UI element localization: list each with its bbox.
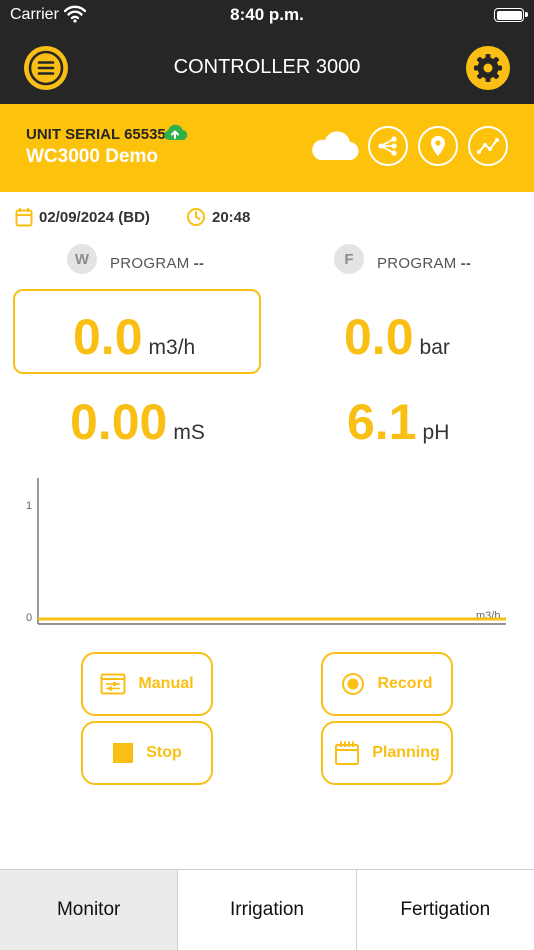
planning-button[interactable]: Planning — [321, 721, 453, 785]
time-display: 20:48 — [186, 205, 250, 229]
record-label: Record — [377, 675, 433, 692]
stop-button[interactable]: Stop — [81, 721, 213, 785]
stop-icon — [113, 743, 134, 763]
water-program-label: PROGRAM -- — [110, 255, 204, 272]
flow-chart: 1 0 m3/h — [26, 478, 506, 625]
record-icon — [342, 673, 365, 695]
tab-fertigation[interactable]: Fertigation — [355, 870, 534, 950]
cloud-icon — [308, 128, 360, 169]
share-icon — [378, 136, 397, 156]
manual-label: Manual — [138, 675, 194, 692]
bottom-tab-bar: Monitor Irrigation Fertigation — [0, 869, 534, 950]
fert-program-title: PROGRAM — [377, 255, 457, 272]
water-program-title: PROGRAM — [110, 255, 190, 272]
share-button[interactable] — [368, 126, 408, 166]
y-tick-label: 1 — [26, 500, 32, 512]
date-text: 02/09/2024 (BD) — [39, 208, 150, 226]
page-title: CONTROLLER 3000 — [173, 56, 361, 78]
pressure-reading: 0.0 bar — [344, 308, 450, 366]
status-bar: Carrier 8:40 p.m. — [0, 0, 534, 34]
clock-icon — [187, 208, 205, 226]
manual-button[interactable]: Manual — [81, 652, 213, 716]
ec-value: 0.00 — [70, 394, 168, 450]
unit-name: WC3000 Demo — [26, 146, 158, 167]
status-time: 8:40 p.m. — [230, 5, 304, 24]
fert-program-value: -- — [460, 255, 472, 272]
record-button[interactable]: Record — [321, 652, 453, 716]
fert-program-badge: F — [334, 244, 364, 274]
ph-value: 6.1 — [347, 394, 417, 450]
pressure-value: 0.0 — [344, 309, 414, 365]
ph-unit: pH — [422, 421, 450, 444]
planning-calendar-icon — [335, 741, 360, 765]
gear-icon — [474, 54, 502, 82]
calendar-icon — [15, 208, 33, 227]
location-button[interactable] — [418, 126, 458, 166]
tab-monitor[interactable]: Monitor — [0, 870, 178, 950]
battery-icon — [494, 8, 528, 22]
ph-reading: 6.1 pH — [347, 393, 449, 451]
trend-button[interactable] — [468, 126, 508, 166]
ec-reading: 0.00 mS — [70, 393, 205, 451]
water-program-value: -- — [193, 255, 205, 272]
unit-serial: UNIT SERIAL 65535 — [26, 126, 166, 143]
ec-unit: mS — [173, 421, 205, 444]
flow-unit: m3/h — [148, 336, 196, 359]
time-text: 20:48 — [212, 208, 251, 226]
date-display: 02/09/2024 (BD) — [15, 205, 150, 229]
flow-value: 0.0 — [73, 309, 143, 365]
planning-label: Planning — [372, 744, 440, 761]
stop-label: Stop — [146, 744, 182, 761]
fert-program-label: PROGRAM -- — [377, 255, 471, 272]
cloud-upload-icon — [162, 123, 188, 148]
flow-reading: 0.0 m3/h — [73, 308, 195, 366]
manual-control-icon — [100, 673, 126, 695]
settings-button[interactable] — [466, 46, 510, 90]
tab-irrigation[interactable]: Irrigation — [177, 870, 356, 950]
nav-bar: CONTROLLER 3000 — [0, 34, 534, 104]
location-pin-icon — [431, 136, 445, 156]
trend-icon — [477, 138, 499, 154]
pressure-unit: bar — [419, 336, 450, 359]
water-program-badge: W — [67, 244, 97, 274]
y-tick-label: 0 — [26, 612, 32, 624]
